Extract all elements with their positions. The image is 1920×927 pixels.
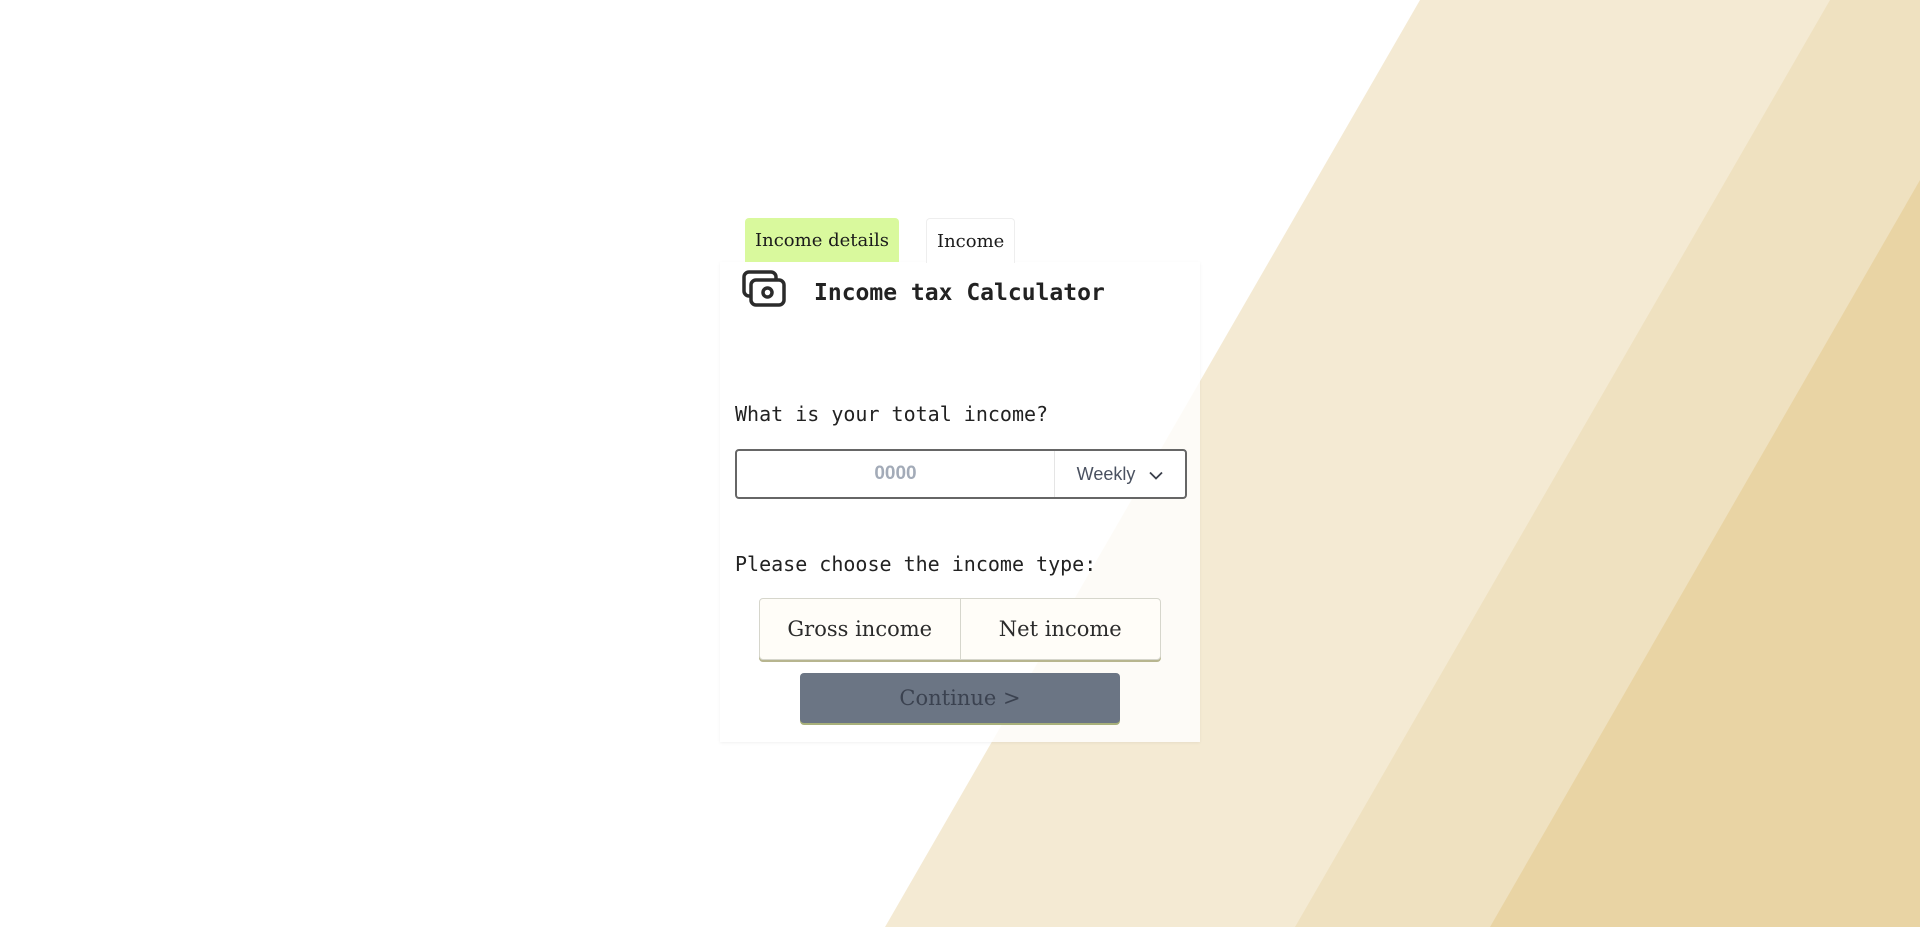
income-question: What is your total income?: [735, 402, 1049, 426]
income-input-group: Weekly: [735, 449, 1187, 499]
income-type-question: Please choose the income type:: [735, 552, 1097, 576]
income-amount-input[interactable]: [737, 451, 1055, 497]
continue-button[interactable]: Continue >: [800, 673, 1120, 723]
net-income-button[interactable]: Net income: [959, 599, 1161, 659]
calculator-card: Income tax Calculator What is your total…: [720, 262, 1200, 742]
card-header: Income tax Calculator: [742, 270, 1105, 308]
page-title: Income tax Calculator: [814, 280, 1105, 306]
gross-income-button[interactable]: Gross income: [760, 599, 960, 659]
tab-income[interactable]: Income: [925, 218, 1016, 263]
chevron-down-icon: [1149, 464, 1163, 485]
period-select[interactable]: Weekly: [1055, 451, 1185, 497]
money-icon: [742, 270, 786, 308]
tab-bar: Income details Income: [745, 218, 1016, 263]
tab-income-details[interactable]: Income details: [745, 218, 899, 262]
income-type-toggle: Gross income Net income: [759, 598, 1161, 660]
period-select-value: Weekly: [1076, 463, 1136, 484]
